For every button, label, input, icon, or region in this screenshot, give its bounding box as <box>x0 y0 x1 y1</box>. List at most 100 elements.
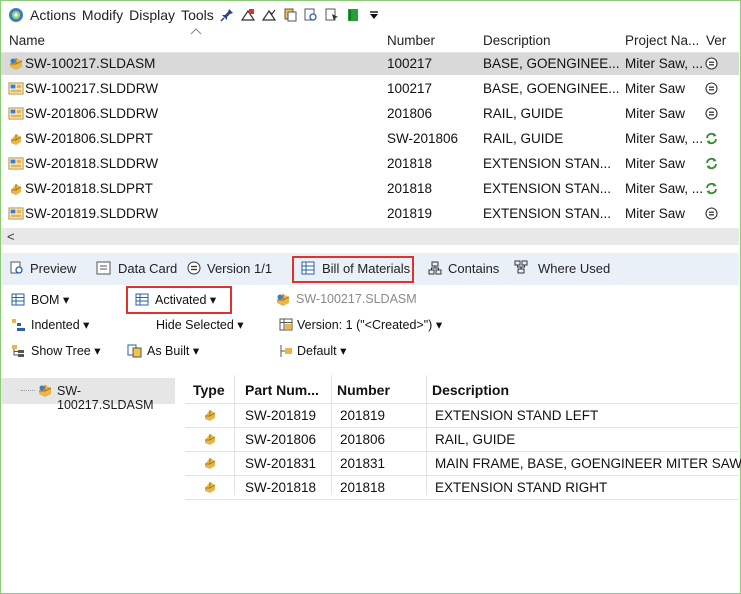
column-version[interactable]: Ver <box>706 33 726 48</box>
file-name: SW-201806.SLDPRT <box>25 131 153 146</box>
dropdown-triangle-icon[interactable] <box>367 8 381 22</box>
bom-tab-highlight <box>292 256 414 283</box>
tab-contains[interactable]: Contains <box>448 261 499 276</box>
drawing-file-icon <box>8 206 24 221</box>
horizontal-scrollbar[interactable]: < <box>1 228 739 245</box>
part-icon <box>202 479 218 494</box>
file-row[interactable]: SW-201818.SLDPRT 201818 EXTENSION STAN... M… <box>1 178 739 200</box>
preview-icon[interactable] <box>304 8 318 22</box>
file-description: BASE, GOENGINEE... <box>483 81 620 96</box>
file-name: SW-100217.SLDDRW <box>25 81 159 96</box>
column-name[interactable]: Name <box>9 33 45 48</box>
file-number: SW-201806 <box>387 131 459 146</box>
show-tree-dropdown[interactable]: Show Tree ▾ <box>31 343 101 358</box>
bom-row[interactable]: SW-201806 201806 RAIL, GUIDE <box>185 427 739 452</box>
configuration-icon <box>279 344 293 358</box>
file-name: SW-201818.SLDPRT <box>25 181 153 196</box>
tab-where-used[interactable]: Where Used <box>538 261 610 276</box>
file-row[interactable]: SW-201806.SLDPRT SW-201806 RAIL, GUIDE Mite… <box>1 128 739 150</box>
bom-header-row: Type Part Num... Number Description <box>185 375 739 404</box>
check-out-icon[interactable] <box>240 8 255 22</box>
equal-circle-icon <box>705 57 718 70</box>
bom-col-number[interactable]: Number <box>337 382 390 398</box>
file-row[interactable]: SW-201818.SLDDRW 201818 EXTENSION STAN... M… <box>1 153 739 175</box>
bom-row[interactable]: SW-201831 201831 MAIN FRAME, BASE, GOENGIN… <box>185 451 741 476</box>
file-list-header: Name Number Description Project Na... Ve… <box>1 28 739 53</box>
file-name: SW-100217.SLDASM <box>25 56 156 71</box>
green-refresh-icon <box>705 132 718 145</box>
column-description[interactable]: Description <box>483 33 551 48</box>
tab-data-card[interactable]: Data Card <box>118 261 177 276</box>
menu-display[interactable]: Display <box>129 7 175 23</box>
bom-col-description[interactable]: Description <box>432 382 509 398</box>
check-in-icon[interactable] <box>261 8 276 22</box>
configuration-dropdown[interactable]: Default ▾ <box>297 343 346 358</box>
file-row[interactable]: SW-201819.SLDDRW 201819 EXTENSION STAN... M… <box>1 203 739 225</box>
bom-number: 201831 <box>340 456 386 471</box>
bom-number: 201806 <box>340 432 386 447</box>
bom-description: MAIN FRAME, BASE, GOENGINEER MITER SAW <box>435 456 741 471</box>
file-description: BASE, GOENGINEE... <box>483 56 620 71</box>
tree-root-item[interactable]: SW-100217.SLDASM <box>1 378 175 412</box>
bom-dropdown[interactable]: BOM ▾ <box>31 292 69 307</box>
bom-number: 201819 <box>340 408 386 423</box>
version-dropdown[interactable]: Version: 1 ("<Created>") ▾ <box>297 317 442 332</box>
drawing-file-icon <box>8 156 24 171</box>
file-number: 201818 <box>387 156 433 171</box>
bom-table: Type Part Num... Number Description SW-2… <box>185 375 741 592</box>
pin-icon[interactable] <box>220 8 234 22</box>
scroll-left-arrow[interactable]: < <box>7 229 15 244</box>
data-card-icon <box>96 261 111 275</box>
file-description: RAIL, GUIDE <box>483 131 564 146</box>
col-divider <box>331 375 332 495</box>
file-name: SW-201806.SLDDRW <box>25 106 159 121</box>
column-project-name[interactable]: Project Na... <box>625 33 699 48</box>
vault-icon[interactable] <box>8 7 24 23</box>
menu-actions[interactable]: Actions <box>30 7 76 23</box>
file-project: Miter Saw, ... <box>625 131 704 146</box>
show-tree-icon <box>11 344 26 358</box>
bom-part-number: SW-201806 <box>245 432 317 447</box>
col-divider <box>426 375 427 495</box>
sort-caret-icon <box>190 28 202 35</box>
bom-row[interactable]: SW-201818 201818 EXTENSION STAND RIGHT <box>185 475 739 500</box>
file-row[interactable]: SW-201806.SLDDRW 201806 RAIL, GUIDE Miter S… <box>1 103 739 125</box>
indented-dropdown[interactable]: Indented ▾ <box>31 317 89 332</box>
bom-col-type[interactable]: Type <box>193 382 225 398</box>
bom-description: EXTENSION STAND LEFT <box>435 408 599 423</box>
bom-number: 201818 <box>340 480 386 495</box>
file-name: SW-201819.SLDDRW <box>25 206 159 221</box>
tab-version[interactable]: Version 1/1 <box>207 261 272 276</box>
file-row[interactable]: SW-100217.SLDASM 100217 BASE, GOENGINEE...… <box>1 53 739 75</box>
menu-tools[interactable]: Tools <box>181 7 214 23</box>
tab-preview[interactable]: Preview <box>30 261 76 276</box>
bom-toolbar: BOM ▾ Indented ▾ Show Tree ▾ Activated ▾… <box>1 285 739 375</box>
as-built-dropdown[interactable]: As Built ▾ <box>147 343 199 358</box>
file-number: 201806 <box>387 106 433 121</box>
bom-row[interactable]: SW-201819 201819 EXTENSION STAND LEFT <box>185 403 739 428</box>
copy-tree-icon[interactable] <box>283 8 297 22</box>
col-divider <box>234 375 235 495</box>
file-row[interactable]: SW-100217.SLDDRW 100217 BASE, GOENGINEE...… <box>1 78 739 100</box>
green-book-icon[interactable] <box>346 8 360 22</box>
version-icon <box>187 261 201 275</box>
file-project: Miter Saw <box>625 81 686 96</box>
hide-selected-dropdown[interactable]: Hide Selected ▾ <box>156 317 244 332</box>
equal-circle-icon <box>705 82 718 95</box>
document-search-icon[interactable] <box>325 8 339 22</box>
file-number: 201818 <box>387 181 433 196</box>
drawing-file-icon <box>8 81 24 96</box>
indented-label: Indented <box>31 318 80 332</box>
bom-description: EXTENSION STAND RIGHT <box>435 480 608 495</box>
show-tree-label: Show Tree <box>31 344 91 358</box>
column-number[interactable]: Number <box>387 33 435 48</box>
menu-modify[interactable]: Modify <box>82 7 123 23</box>
part-icon <box>202 407 218 422</box>
green-refresh-icon <box>705 182 718 195</box>
bom-part-number: SW-201818 <box>245 480 317 495</box>
file-project: Miter Saw <box>625 156 686 171</box>
file-number: 100217 <box>387 81 433 96</box>
drawing-file-icon <box>8 106 24 121</box>
activated-highlight <box>126 286 232 314</box>
bom-col-part-number[interactable]: Part Num... <box>245 382 319 398</box>
